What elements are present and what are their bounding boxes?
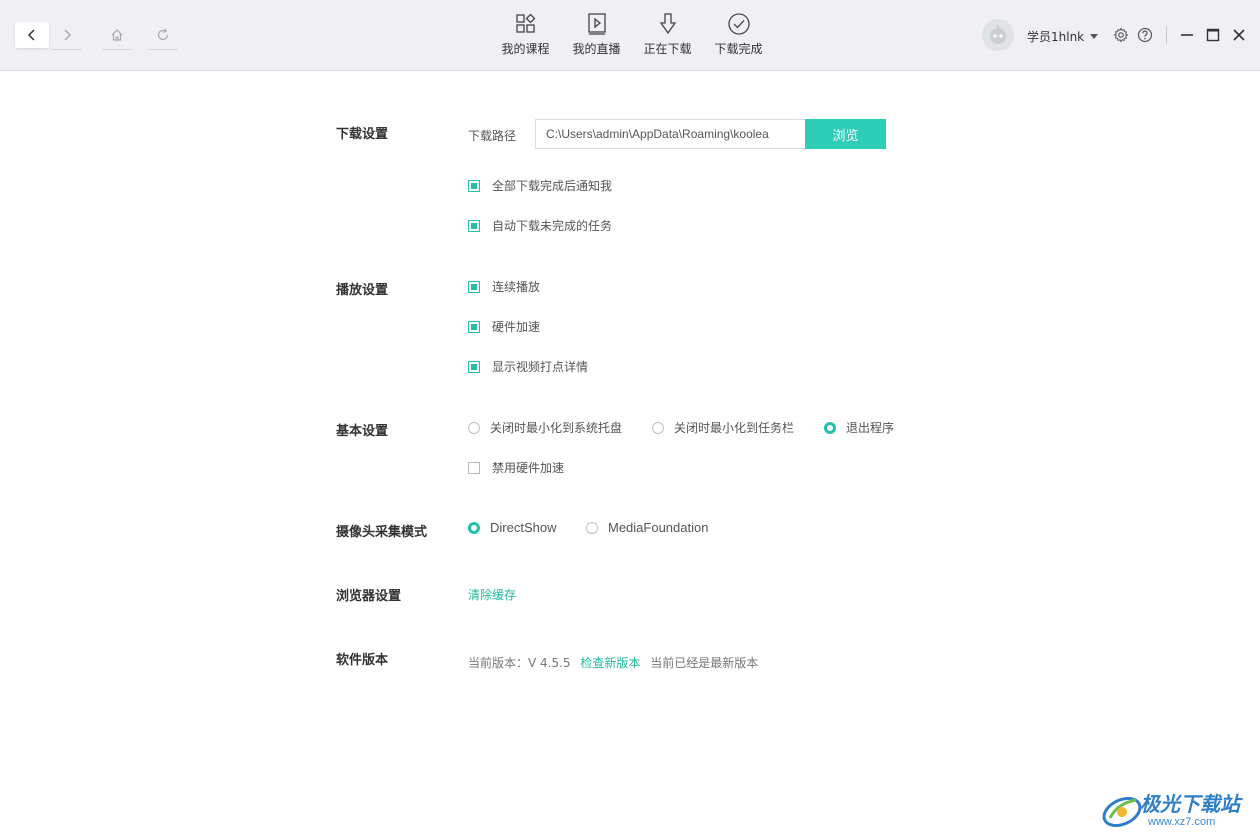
tab-downloaded[interactable]: 下载完成	[703, 12, 774, 60]
watermark-title: 极光下载站	[1140, 792, 1240, 816]
playback-settings-title: 播放设置	[336, 283, 389, 298]
disable-hw-accel-option[interactable]: 禁用硬件加速	[468, 459, 564, 476]
username[interactable]: 学员1hlnk	[1027, 28, 1084, 45]
option-label: 禁用硬件加速	[492, 461, 565, 475]
home-button[interactable]	[100, 22, 134, 50]
radio[interactable]	[824, 421, 836, 434]
chevron-left-icon	[27, 29, 35, 41]
option-label: 关闭时最小化到系统托盘	[490, 421, 623, 435]
download-arrow-icon	[659, 13, 676, 35]
home-icon	[111, 29, 123, 41]
forward-button[interactable]	[50, 22, 84, 50]
download-settings-title: 下载设置	[336, 127, 389, 142]
tab-label: 我的直播	[572, 42, 621, 56]
minimize-to-taskbar-radio[interactable]: 关闭时最小化到任务栏	[652, 419, 794, 436]
option-label: 关闭时最小化到任务栏	[674, 421, 795, 435]
software-version-title: 软件版本	[336, 653, 389, 668]
minimize-to-tray-radio[interactable]: 关闭时最小化到系统托盘	[468, 419, 622, 436]
browser-settings-title: 浏览器设置	[336, 589, 402, 604]
check-update-link[interactable]: 检查新版本	[580, 656, 640, 670]
camera-mode-title: 摄像头采集模式	[336, 525, 428, 540]
download-path-input[interactable]	[535, 119, 805, 149]
checkbox[interactable]	[468, 179, 480, 192]
option-label: DirectShow	[490, 520, 557, 535]
check-circle-icon	[727, 13, 750, 35]
chevron-right-icon	[64, 29, 72, 41]
basic-settings-title: 基本设置	[336, 424, 389, 439]
tab-label: 我的课程	[501, 42, 550, 56]
exit-program-radio[interactable]: 退出程序	[824, 419, 894, 436]
aurora-logo-icon	[1102, 796, 1142, 828]
radio[interactable]	[652, 421, 664, 434]
tab-label: 正在下载	[643, 42, 692, 56]
tab-label: 下载完成	[714, 42, 763, 56]
hardware-accel-option[interactable]: 硬件加速	[468, 318, 540, 335]
tab-downloading[interactable]: 正在下载	[632, 12, 703, 60]
play-box-icon	[587, 13, 606, 35]
checkbox[interactable]	[468, 219, 480, 232]
option-label: MediaFoundation	[608, 520, 709, 535]
option-label: 自动下载未完成的任务	[492, 219, 613, 233]
avatar[interactable]	[982, 19, 1014, 51]
option-label: 显示视频打点详情	[492, 360, 589, 374]
back-button[interactable]	[15, 22, 49, 48]
main-tabs: 我的课程 我的直播 正在下载 下载完成	[490, 12, 774, 60]
checkbox[interactable]	[468, 280, 480, 293]
mediafoundation-radio[interactable]: MediaFoundation	[586, 520, 708, 535]
maximize-icon[interactable]	[1205, 27, 1221, 43]
option-label: 退出程序	[846, 421, 895, 435]
show-markers-option[interactable]: 显示视频打点详情	[468, 358, 588, 375]
divider	[1166, 26, 1167, 44]
tab-my-live[interactable]: 我的直播	[561, 12, 632, 60]
robot-avatar-icon	[990, 25, 1006, 44]
checkbox[interactable]	[468, 360, 480, 373]
refresh-button[interactable]	[146, 22, 180, 50]
radio[interactable]	[468, 421, 480, 434]
refresh-icon	[157, 28, 169, 41]
grid-apps-icon	[515, 13, 535, 33]
tab-my-courses[interactable]: 我的课程	[490, 12, 561, 60]
radio[interactable]	[586, 521, 598, 534]
auto-download-option[interactable]: 自动下载未完成的任务	[468, 217, 612, 234]
chevron-down-icon[interactable]	[1090, 34, 1098, 39]
option-label: 全部下载完成后通知我	[492, 179, 613, 193]
option-label: 硬件加速	[492, 320, 541, 334]
notify-on-complete-option[interactable]: 全部下载完成后通知我	[468, 177, 612, 194]
watermark: 极光下载站 www.xz7.com	[1100, 786, 1255, 834]
checkbox[interactable]	[468, 320, 480, 333]
help-icon[interactable]	[1137, 27, 1153, 43]
gear-icon[interactable]	[1113, 27, 1129, 43]
continuous-play-option[interactable]: 连续播放	[468, 278, 540, 295]
version-status: 当前已经是最新版本	[650, 656, 759, 670]
clear-cache-link[interactable]: 清除缓存	[468, 586, 516, 603]
browse-button[interactable]: 浏览	[805, 119, 886, 149]
title-bar: 我的课程 我的直播 正在下载 下载完成 学员1hlnk	[0, 0, 1260, 71]
directshow-radio[interactable]: DirectShow	[468, 520, 556, 535]
close-icon[interactable]	[1231, 27, 1247, 43]
minimize-icon[interactable]	[1179, 27, 1195, 43]
version-row: 当前版本：V 4.5.5 检查新版本 当前已经是最新版本	[468, 654, 764, 671]
option-label: 连续播放	[492, 280, 541, 294]
watermark-url: www.xz7.com	[1148, 816, 1216, 828]
radio[interactable]	[468, 521, 480, 534]
current-version: 当前版本：V 4.5.5	[468, 656, 571, 670]
download-path-label: 下载路径	[468, 129, 517, 143]
checkbox[interactable]	[468, 461, 480, 474]
